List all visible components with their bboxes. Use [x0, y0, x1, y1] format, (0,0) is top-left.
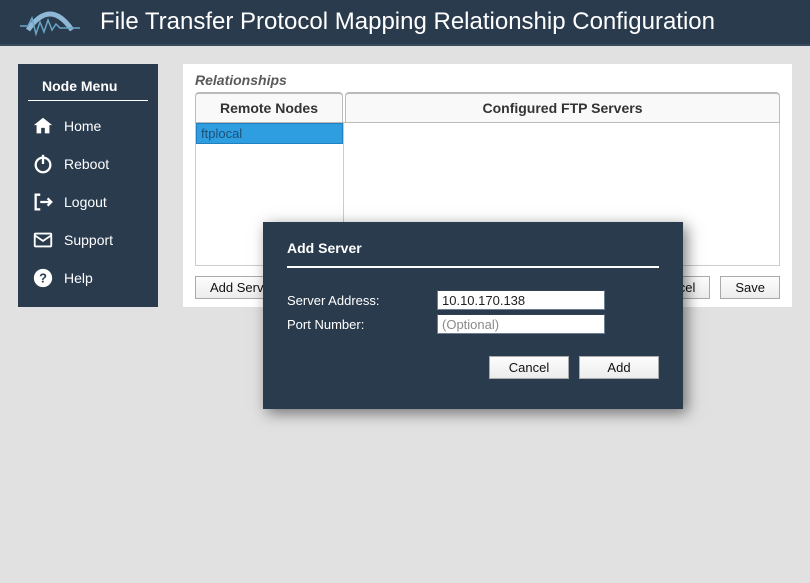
sidebar: Node Menu Home Reboot Logout Support	[18, 64, 158, 307]
sidebar-item-home[interactable]: Home	[18, 107, 158, 145]
server-address-row: Server Address:	[287, 290, 659, 310]
remote-node-item[interactable]: ftplocal	[196, 123, 343, 144]
panel-title: Relationships	[195, 72, 780, 92]
logout-icon	[32, 191, 54, 213]
remote-nodes-header: Remote Nodes	[195, 92, 343, 122]
app-header: File Transfer Protocol Mapping Relations…	[0, 0, 810, 46]
page-title: File Transfer Protocol Mapping Relations…	[100, 8, 715, 36]
sidebar-item-help[interactable]: ? Help	[18, 259, 158, 297]
body-area: Node Menu Home Reboot Logout Support	[0, 46, 810, 325]
sidebar-item-logout[interactable]: Logout	[18, 183, 158, 221]
dialog-title: Add Server	[287, 240, 659, 268]
sidebar-title: Node Menu	[28, 74, 148, 101]
column-headers: Remote Nodes Configured FTP Servers	[195, 92, 780, 123]
sidebar-item-support[interactable]: Support	[18, 221, 158, 259]
sidebar-item-reboot[interactable]: Reboot	[18, 145, 158, 183]
sidebar-item-label: Support	[64, 232, 113, 248]
port-number-row: Port Number:	[287, 314, 659, 334]
power-icon	[32, 153, 54, 175]
sidebar-item-label: Logout	[64, 194, 107, 210]
port-number-input[interactable]	[437, 314, 605, 334]
home-icon	[32, 115, 54, 137]
add-server-dialog: Add Server Server Address: Port Number: …	[263, 222, 683, 409]
save-button[interactable]: Save	[720, 276, 780, 299]
sidebar-item-label: Home	[64, 118, 101, 134]
sidebar-item-label: Reboot	[64, 156, 109, 172]
dialog-add-button[interactable]: Add	[579, 356, 659, 379]
sidebar-item-label: Help	[64, 270, 93, 286]
help-icon: ?	[32, 267, 54, 289]
server-address-label: Server Address:	[287, 293, 437, 308]
envelope-icon	[32, 229, 54, 251]
logo-icon	[20, 4, 80, 40]
configured-servers-header: Configured FTP Servers	[345, 92, 780, 122]
port-number-label: Port Number:	[287, 317, 437, 332]
main-panel: Relationships Remote Nodes Configured FT…	[183, 64, 792, 307]
server-address-input[interactable]	[437, 290, 605, 310]
svg-text:?: ?	[39, 271, 47, 286]
dialog-buttons: Cancel Add	[287, 356, 659, 379]
dialog-cancel-button[interactable]: Cancel	[489, 356, 569, 379]
